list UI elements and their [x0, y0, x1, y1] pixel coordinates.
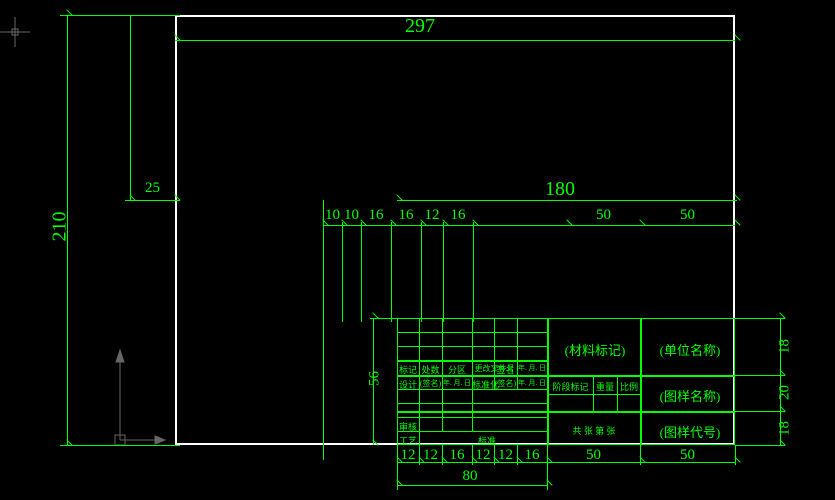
dim-row: 18: [777, 414, 794, 444]
cell: 年. 月. 日: [517, 363, 547, 373]
ext-line: [60, 15, 180, 16]
crosshair-icon: [0, 17, 30, 47]
dim-56-label: 56: [367, 359, 384, 399]
ext-line: [391, 222, 392, 322]
cell: 处数: [419, 363, 442, 376]
dim-tb-width-label: 180: [530, 178, 590, 201]
dim-line-topcols: [323, 225, 735, 226]
dim-margin-label: 25: [130, 180, 175, 197]
cell-material: (材料标记): [550, 340, 640, 359]
dim-height-label: 210: [49, 197, 72, 257]
ext-line: [361, 222, 362, 322]
dim-col: 16: [443, 207, 473, 224]
dim-col: 16: [442, 447, 472, 464]
ext-line: [443, 222, 444, 322]
cell-stage: 阶段标记: [548, 380, 593, 393]
cell: 年. 月. 日: [517, 378, 547, 388]
cell: 分区: [442, 363, 472, 376]
ext-line: [473, 222, 474, 322]
dim-line-margin: [125, 200, 180, 201]
dim-line-width: [175, 40, 735, 41]
cell: 设计: [397, 378, 419, 391]
ext-line: [323, 200, 324, 460]
cell: 签名: [494, 363, 517, 376]
cell: 审核: [397, 420, 419, 433]
cell: 标记: [397, 363, 419, 376]
cell-company: (单位名称): [645, 340, 735, 359]
ext-line: [735, 375, 785, 376]
cell: (签名): [419, 378, 442, 389]
dim-col: 10: [342, 207, 361, 224]
cell-scale: 比例: [617, 380, 641, 393]
tb-row: [397, 411, 735, 413]
dim-col: 16: [517, 447, 547, 464]
dim-col: 16: [391, 207, 421, 224]
dim-line-80: [397, 485, 547, 486]
cell-drawing-name: (图样名称): [645, 386, 735, 405]
dim-col: 50: [547, 447, 640, 464]
dim-col: 16: [361, 207, 391, 224]
dim-col: 12: [472, 447, 494, 464]
cell: 工艺: [397, 434, 419, 447]
ext-line: [735, 411, 785, 412]
dim-col: 50: [567, 207, 640, 224]
dim-col: 50: [640, 207, 735, 224]
cell-drawing-no: (图样代号): [645, 422, 735, 441]
ext-line: [342, 222, 343, 322]
dim-col: 50: [640, 447, 735, 464]
dim-col: 12: [494, 447, 517, 464]
cell-sheets: 共 张 第 张: [548, 424, 640, 437]
ucs-icon: [100, 340, 170, 460]
dim-row: 20: [777, 378, 794, 408]
dim-80-label: 80: [440, 468, 500, 485]
ext-line: [735, 445, 736, 465]
cad-canvas[interactable]: 297 210 25 180 10 10 16 16 12 16 50 50: [0, 0, 835, 500]
ext-line: [421, 222, 422, 322]
dim-col: 12: [421, 207, 443, 224]
ext-line: [735, 445, 785, 446]
dim-col: 12: [397, 447, 419, 464]
dim-col: 10: [323, 207, 342, 224]
cell: 标准: [472, 434, 502, 447]
cell: 年. 月. 日: [442, 378, 472, 388]
dim-row: 18: [777, 332, 794, 362]
cell: 标准化: [472, 378, 494, 391]
ext-line: [130, 15, 131, 200]
cell: (签名): [494, 378, 517, 389]
dim-col: 12: [419, 447, 442, 464]
cell-weight: 重量: [593, 380, 617, 393]
dim-width-label: 297: [380, 15, 460, 38]
tb-col: [472, 318, 473, 431]
ext-line: [60, 445, 180, 446]
ext-line: [370, 318, 400, 319]
ext-line: [735, 318, 785, 319]
